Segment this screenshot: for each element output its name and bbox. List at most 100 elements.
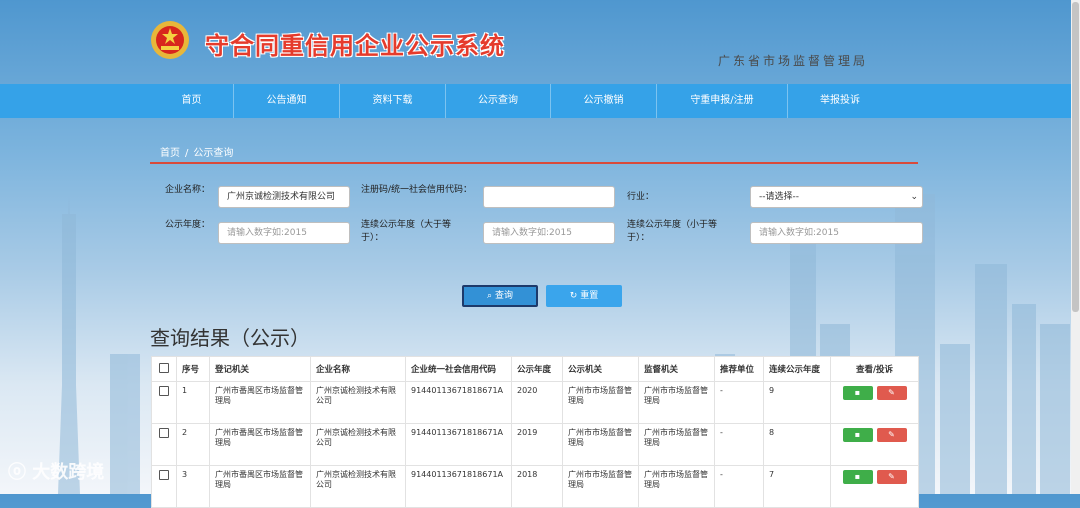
scrollbar-thumb[interactable] bbox=[1072, 2, 1079, 312]
industry-label: 行业： bbox=[627, 192, 655, 202]
watermark-logo-icon: ⓞ bbox=[8, 462, 33, 483]
cell-continuous-years: 7 bbox=[763, 465, 831, 508]
cell-actions: ▪ ✎ bbox=[830, 423, 919, 466]
year-input[interactable]: 请输入数字如:2015 bbox=[218, 222, 350, 244]
company-name-input[interactable]: 广州京诚检测技术有限公司 bbox=[218, 186, 350, 208]
watermark-text: 大数跨境 bbox=[32, 462, 105, 483]
nav-announcements[interactable]: 公告通知 bbox=[234, 84, 340, 118]
reset-button-label: 重置 bbox=[580, 291, 599, 301]
cell-recommender: - bbox=[714, 465, 764, 508]
cell-continuous-years: 8 bbox=[763, 423, 831, 466]
credit-code-input[interactable] bbox=[483, 186, 615, 208]
table-row: 3 广州市番禺区市场监督管理局 广州京诚检测技术有限公司 91440113671… bbox=[151, 465, 919, 508]
cell-company-name: 广州京诚检测技术有限公司 bbox=[310, 381, 406, 424]
cell-recommender: - bbox=[714, 381, 764, 424]
complain-button[interactable]: ✎ bbox=[876, 470, 907, 484]
cell-company-name: 广州京诚检测技术有限公司 bbox=[310, 423, 406, 466]
chevron-down-icon: ⌄ bbox=[910, 192, 918, 202]
col-actions: 查看/投诉 bbox=[830, 356, 919, 382]
cell-no: 2 bbox=[176, 423, 210, 466]
row-checkbox[interactable] bbox=[159, 428, 169, 438]
continuous-year-ge-input[interactable]: 请输入数字如:2015 bbox=[483, 222, 615, 244]
year-label: 公示年度： bbox=[165, 220, 211, 230]
cell-sup-authority: 广州市市场监督管理局 bbox=[638, 381, 715, 424]
col-no: 序号 bbox=[176, 356, 210, 382]
cell-credit-code: 91440113671818671A bbox=[405, 423, 512, 466]
table-header-row: 序号 登记机关 企业名称 企业统一社会信用代码 公示年度 公示机关 监督机关 推… bbox=[151, 356, 919, 382]
industry-select-value: --请选择-- bbox=[759, 192, 799, 202]
breadcrumb-current: 公示查询 bbox=[193, 148, 234, 159]
query-button-label: 查询 bbox=[494, 291, 513, 301]
continuous-year-le-input[interactable]: 请输入数字如:2015 bbox=[750, 222, 923, 244]
row-checkbox-cell bbox=[151, 423, 177, 466]
row-checkbox-cell bbox=[151, 381, 177, 424]
cell-reg-authority: 广州市番禺区市场监督管理局 bbox=[209, 465, 311, 508]
refresh-icon: ↻ bbox=[569, 291, 581, 301]
col-sup-authority: 监督机关 bbox=[638, 356, 715, 382]
breadcrumb-home[interactable]: 首页 bbox=[160, 148, 180, 159]
col-pub-authority: 公示机关 bbox=[562, 356, 639, 382]
col-continuous-years: 连续公示年度 bbox=[763, 356, 831, 382]
breadcrumb-separator: / bbox=[185, 148, 189, 159]
vertical-scrollbar[interactable] bbox=[1071, 0, 1080, 494]
view-button[interactable]: ▪ bbox=[842, 386, 873, 400]
view-button[interactable]: ▪ bbox=[842, 470, 873, 484]
cell-year: 2019 bbox=[511, 423, 563, 466]
nav-revocation[interactable]: 公示撤销 bbox=[551, 84, 657, 118]
cell-pub-authority: 广州市市场监督管理局 bbox=[562, 423, 639, 466]
company-name-label: 企业名称： bbox=[165, 185, 211, 195]
table-row: 2 广州市番禺区市场监督管理局 广州京诚检测技术有限公司 91440113671… bbox=[151, 423, 919, 466]
industry-select[interactable]: --请选择-- ⌄ bbox=[750, 186, 923, 208]
complain-button[interactable]: ✎ bbox=[876, 386, 907, 400]
results-table: 序号 登记机关 企业名称 企业统一社会信用代码 公示年度 公示机关 监督机关 推… bbox=[151, 356, 919, 508]
reset-button[interactable]: ↻ 重置 bbox=[546, 285, 622, 307]
credit-code-label: 注册码/统一社会信用代码： bbox=[361, 185, 473, 195]
cell-actions: ▪ ✎ bbox=[830, 465, 919, 508]
watermark: ⓞ 大数跨境 bbox=[8, 458, 104, 484]
select-all-checkbox[interactable] bbox=[159, 362, 169, 373]
results-title: 查询结果（公示） bbox=[150, 326, 310, 350]
nav-apply-register[interactable]: 守重申报/注册 bbox=[657, 84, 788, 118]
col-credit-code: 企业统一社会信用代码 bbox=[405, 356, 512, 382]
table-row: 1 广州市番禺区市场监督管理局 广州京诚检测技术有限公司 91440113671… bbox=[151, 381, 919, 424]
col-recommender: 推荐单位 bbox=[714, 356, 764, 382]
select-all-checkbox-cell bbox=[151, 356, 177, 382]
col-reg-authority: 登记机关 bbox=[209, 356, 311, 382]
nav-public-query[interactable]: 公示查询 bbox=[446, 84, 551, 118]
query-button[interactable]: ⌕ 查询 bbox=[462, 285, 538, 307]
cell-sup-authority: 广州市市场监督管理局 bbox=[638, 465, 715, 508]
national-emblem-icon bbox=[151, 21, 189, 59]
row-checkbox[interactable] bbox=[159, 386, 169, 396]
continuous-year-le-label: 连续公示年度（小于等于）： bbox=[627, 220, 718, 243]
row-checkbox[interactable] bbox=[159, 470, 169, 480]
cell-pub-authority: 广州市市场监督管理局 bbox=[562, 465, 639, 508]
search-icon: ⌕ bbox=[487, 291, 495, 301]
site-title: 守合同重信用企业公示系统 bbox=[205, 32, 505, 60]
agency-name: 广东省市场监督管理局 bbox=[718, 54, 869, 68]
row-checkbox-cell bbox=[151, 465, 177, 508]
cell-year: 2020 bbox=[511, 381, 563, 424]
complain-button[interactable]: ✎ bbox=[876, 428, 907, 442]
nav-report[interactable]: 举报投诉 bbox=[788, 84, 892, 118]
view-button[interactable]: ▪ bbox=[842, 428, 873, 442]
cell-reg-authority: 广州市番禺区市场监督管理局 bbox=[209, 381, 311, 424]
cell-pub-authority: 广州市市场监督管理局 bbox=[562, 381, 639, 424]
cell-no: 1 bbox=[176, 381, 210, 424]
cell-credit-code: 91440113671818671A bbox=[405, 381, 512, 424]
site-header: 守合同重信用企业公示系统 广东省市场监督管理局 bbox=[0, 0, 1071, 84]
cell-company-name: 广州京诚检测技术有限公司 bbox=[310, 465, 406, 508]
nav-home[interactable]: 首页 bbox=[150, 84, 234, 118]
cell-reg-authority: 广州市番禺区市场监督管理局 bbox=[209, 423, 311, 466]
cell-recommender: - bbox=[714, 423, 764, 466]
breadcrumb: 首页 / 公示查询 bbox=[160, 144, 233, 159]
main-nav: 首页 公告通知 资料下载 公示查询 公示撤销 守重申报/注册 举报投诉 bbox=[0, 84, 1071, 118]
continuous-year-ge-label: 连续公示年度（大于等于）： bbox=[361, 220, 452, 243]
col-company-name: 企业名称 bbox=[310, 356, 406, 382]
cell-credit-code: 91440113671818671A bbox=[405, 465, 512, 508]
cell-no: 3 bbox=[176, 465, 210, 508]
cell-year: 2018 bbox=[511, 465, 563, 508]
divider bbox=[150, 162, 918, 164]
nav-downloads[interactable]: 资料下载 bbox=[340, 84, 446, 118]
cell-actions: ▪ ✎ bbox=[830, 381, 919, 424]
col-year: 公示年度 bbox=[511, 356, 563, 382]
